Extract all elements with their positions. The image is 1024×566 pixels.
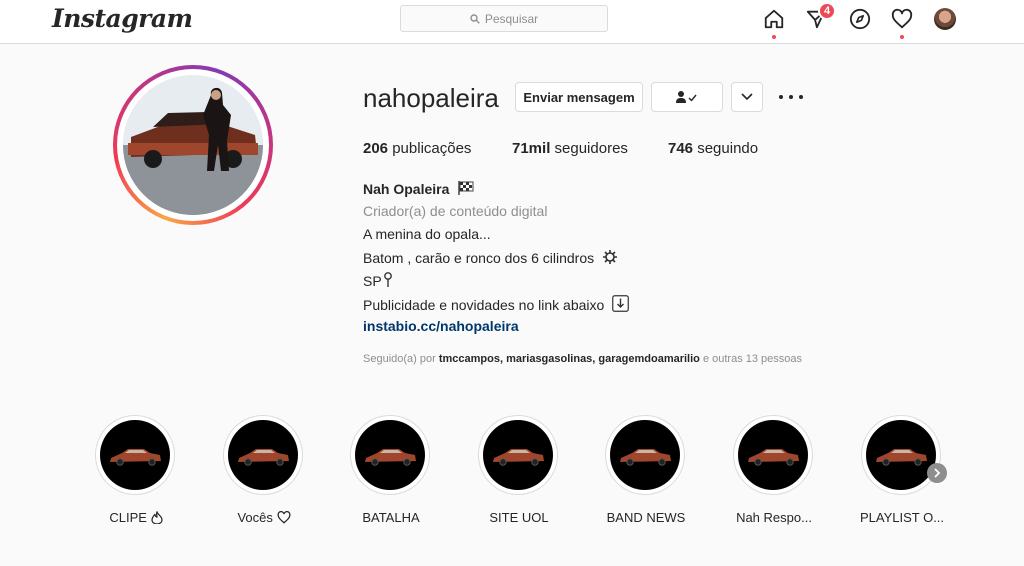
bio-category: Criador(a) de conteúdo digital	[363, 203, 548, 219]
highlight-label: PLAYLIST O...	[859, 510, 945, 525]
heart-icon	[277, 510, 290, 524]
chevron-down-icon	[741, 93, 753, 101]
location-pin-icon	[383, 272, 392, 287]
explore-icon[interactable]	[848, 7, 872, 31]
bio-full-name: Nah Opaleira	[363, 180, 475, 197]
followers-link[interactable]: 71mil seguidores	[512, 140, 628, 157]
notification-badge: 4	[818, 2, 836, 20]
home-activity-dot	[772, 35, 776, 39]
story-highlight[interactable]: SITE UOL	[478, 415, 560, 525]
bio-line: A menina do opala...	[363, 226, 491, 242]
followed-by[interactable]: Seguido(a) por tmccampos, mariasgasolina…	[363, 353, 802, 365]
down-arrow-icon	[612, 295, 630, 312]
story-highlight[interactable]: Vocês	[223, 415, 305, 525]
chevron-right-icon	[934, 468, 941, 478]
activity-dot	[900, 35, 904, 39]
activity-heart-icon[interactable]	[890, 7, 914, 31]
profile-avatar-icon[interactable]	[934, 8, 956, 30]
following-button[interactable]	[651, 82, 723, 112]
instagram-logo[interactable]: Instagram	[52, 4, 193, 33]
bio-line: Publicidade e novidades no link abaixo	[363, 295, 630, 313]
search-placeholder: Pesquisar	[484, 11, 539, 26]
highlights-next-button[interactable]	[927, 463, 947, 483]
story-highlight[interactable]: BATALHA	[350, 415, 432, 525]
bio-line: Batom , carão e ronco dos 6 cilindros	[363, 249, 618, 266]
posts-count: 206 publicações	[363, 140, 472, 157]
more-options-button[interactable]	[779, 87, 803, 107]
following-link[interactable]: 746 seguindo	[668, 140, 758, 157]
search-icon	[470, 13, 480, 24]
highlight-label: Nah Respo...	[736, 510, 812, 525]
highlight-label: SITE UOL	[489, 510, 549, 525]
bio-website-link[interactable]: instabio.cc/nahopaleira	[363, 318, 519, 334]
highlight-cover	[610, 420, 680, 490]
highlight-label: Vocês	[193, 510, 335, 525]
profile-username: nahopaleira	[363, 83, 499, 113]
highlight-cover	[100, 420, 170, 490]
user-check-icon	[676, 91, 697, 103]
search-input[interactable]: Pesquisar	[400, 5, 608, 32]
gear-piston-icon	[603, 250, 618, 264]
highlight-label: BATALHA	[362, 510, 420, 525]
highlight-label: BAND NEWS	[606, 510, 686, 525]
profile-photo	[123, 75, 263, 215]
send-message-button[interactable]: Enviar mensagem	[515, 82, 643, 112]
story-highlight[interactable]: Nah Respo...	[733, 415, 815, 525]
highlight-cover	[738, 420, 808, 490]
home-icon[interactable]	[762, 7, 786, 31]
suggested-accounts-button[interactable]	[731, 82, 763, 112]
story-highlight[interactable]: PLAYLIST O...	[860, 415, 944, 525]
highlight-cover	[228, 420, 298, 490]
top-nav: Instagram Pesquisar 4	[0, 0, 1024, 44]
bio-line: SP	[363, 272, 393, 289]
story-highlight[interactable]: BAND NEWS	[605, 415, 687, 525]
highlight-cover	[483, 420, 553, 490]
flame-icon	[150, 510, 163, 525]
highlight-cover	[866, 420, 936, 490]
profile-picture[interactable]	[113, 65, 273, 225]
story-highlight[interactable]: CLIPE	[95, 415, 177, 525]
highlight-cover	[355, 420, 425, 490]
checkered-flag-icon	[458, 181, 474, 195]
highlight-label: CLIPE	[65, 510, 207, 525]
